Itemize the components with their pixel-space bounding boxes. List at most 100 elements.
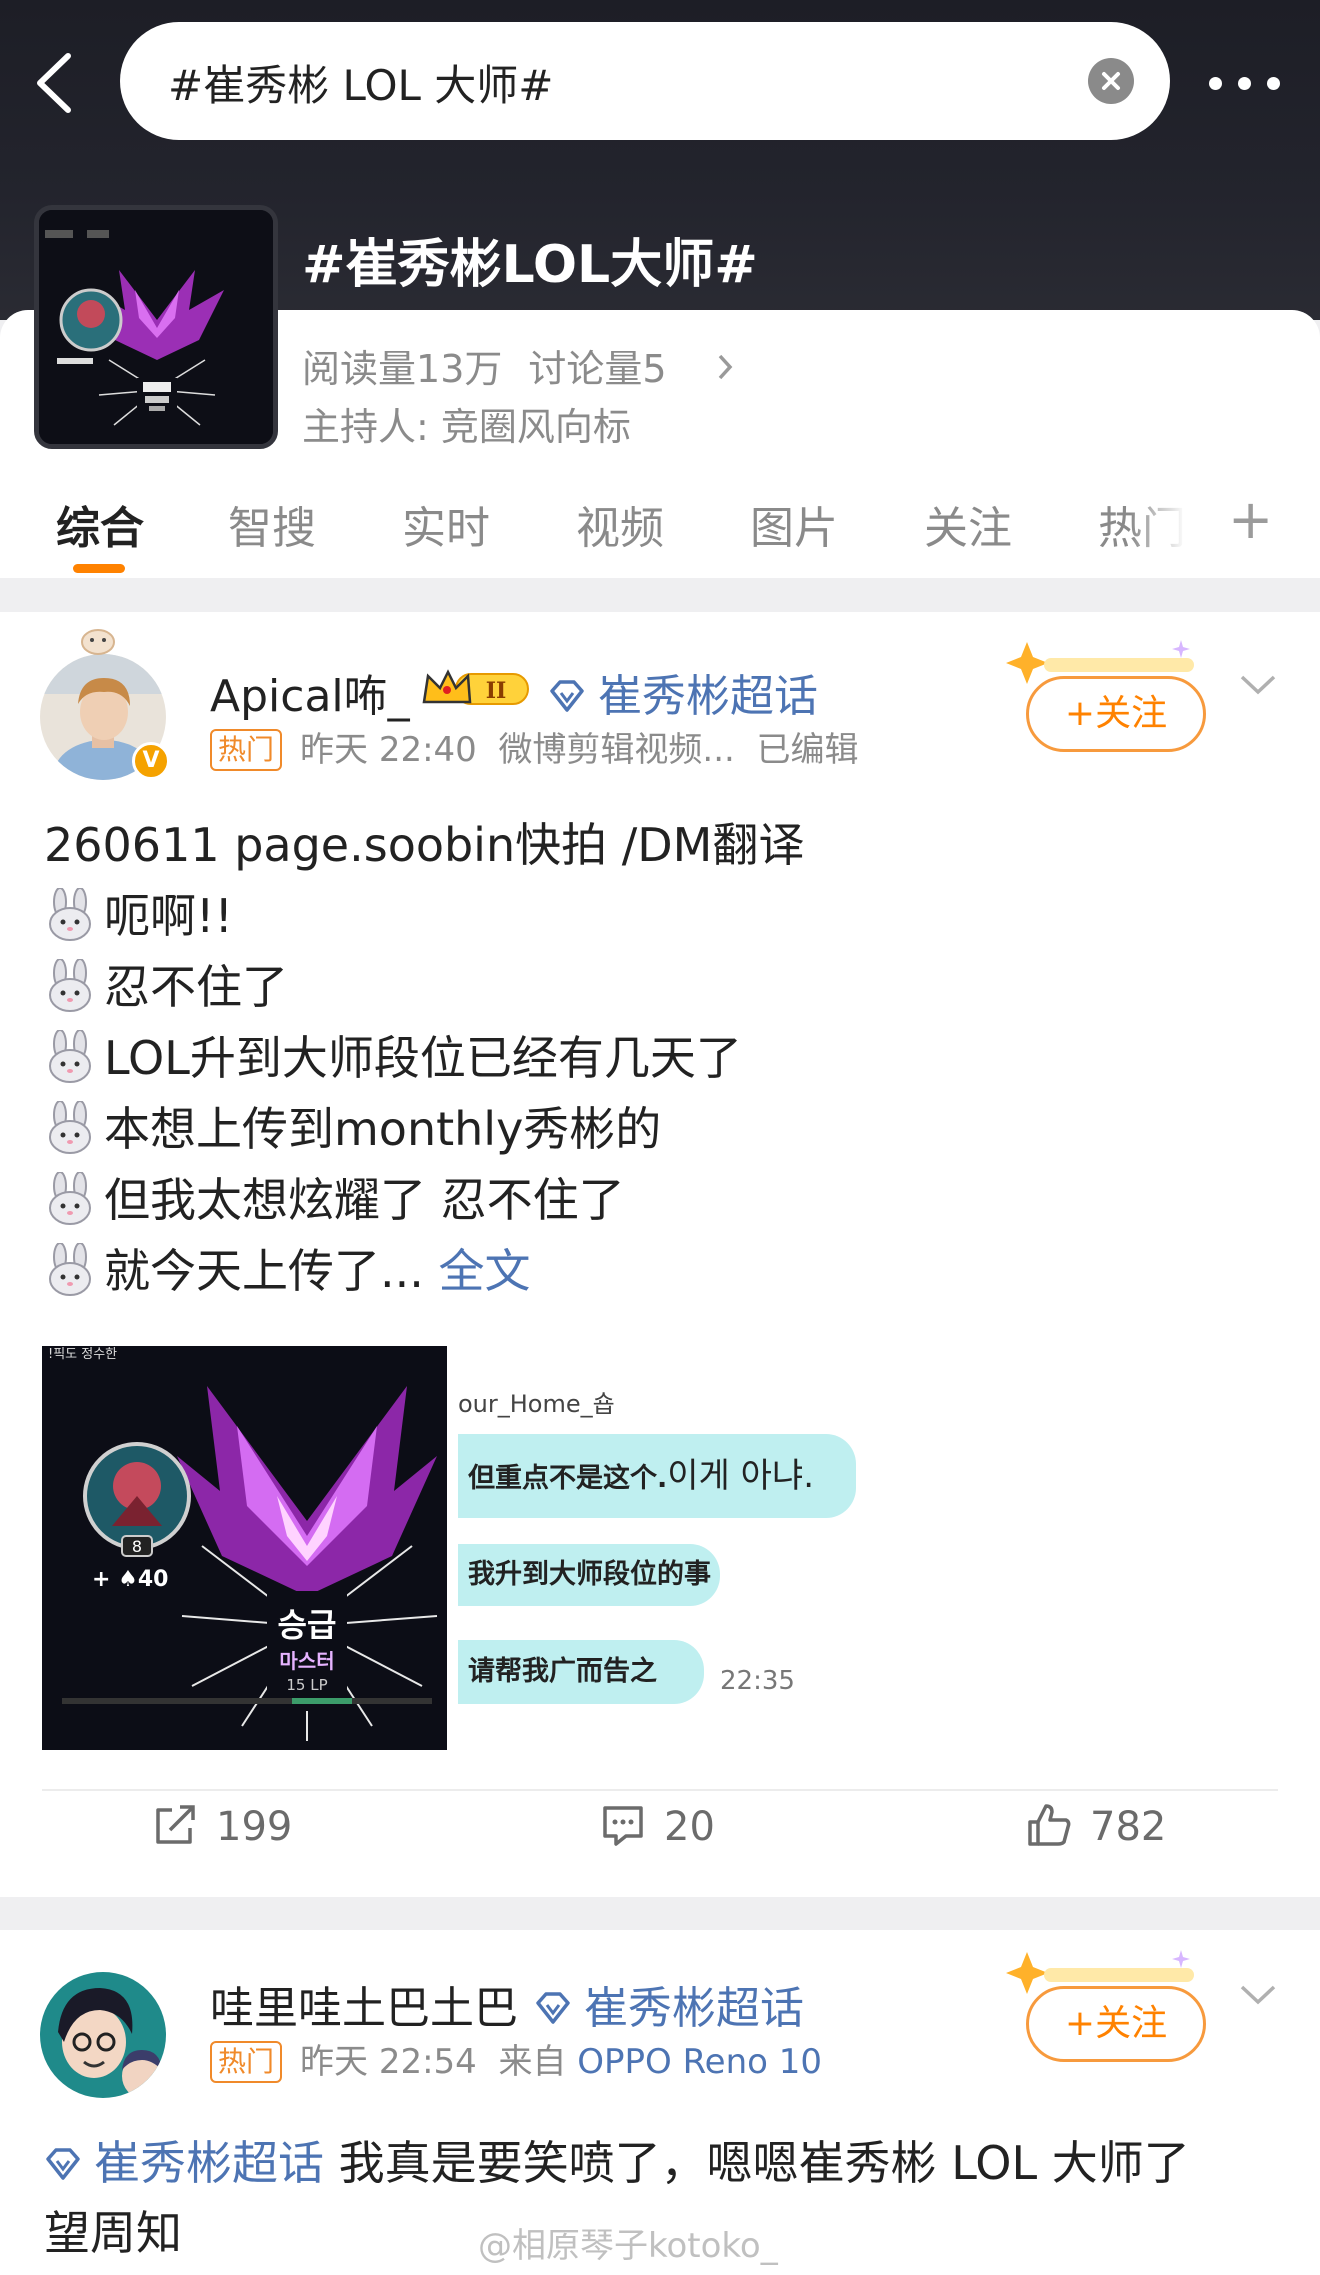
topic-title: #崔秀彬LOL大师#	[302, 235, 758, 295]
avatar[interactable]	[40, 1972, 166, 2098]
chat-bubble: 但重点不是这个.이게 아냐.	[458, 1434, 856, 1518]
topic-stats[interactable]: 阅读量13万 讨论量5	[302, 338, 735, 393]
host-label: 主持人:	[302, 405, 429, 449]
search-input[interactable]: #崔秀彬 LOL 大师#	[120, 22, 1170, 140]
post-text-line: 但我太想炫耀了 忍不住了	[44, 1165, 804, 1236]
discussions-label: 讨论量	[528, 347, 643, 391]
host-name[interactable]: 竞圈风向标	[441, 405, 631, 449]
share-icon	[156, 1805, 195, 1844]
reads-label: 阅读量	[302, 347, 417, 391]
chevron-right-icon	[715, 347, 735, 391]
tab-smart-search[interactable]: 智搜	[228, 492, 316, 556]
svg-text:II: II	[486, 678, 507, 704]
bunny-emoji-icon	[49, 1030, 91, 1083]
follow-button[interactable]: +关注	[1026, 1986, 1206, 2062]
bunny-emoji-icon	[49, 1172, 91, 1225]
add-tab-button[interactable]: +	[1228, 488, 1273, 551]
post-source: 微博剪辑视频...	[498, 730, 735, 770]
post-text-line: 本想上传到monthly秀彬的	[44, 1094, 804, 1165]
supertopic-link[interactable]: 崔秀彬超话	[548, 660, 818, 724]
hot-tag: 热门	[210, 2041, 283, 2083]
post-card[interactable]: V Apical咘_ II 崔秀彬超话 热门 昨天 22:40 微博剪辑视频...…	[0, 612, 1320, 1897]
post-text[interactable]: 260611 page.soobin快拍 /DM翻译 呃啊!! 忍不住了 LOL…	[44, 810, 804, 1307]
post-image-chat-screenshot[interactable]: our_Home_숍 但重点不是这个.이게 아냐. 我升到大师段位的事 请帮我广…	[458, 1346, 868, 1750]
search-query-text: #崔秀彬 LOL 大师#	[168, 61, 554, 110]
comment-button[interactable]: 20	[600, 1802, 715, 1872]
tab-video[interactable]: 视频	[576, 492, 664, 556]
follow-button[interactable]: +关注	[1026, 676, 1206, 752]
svg-text:+ ♠40: + ♠40	[92, 1567, 168, 1592]
like-button[interactable]: 782	[1026, 1802, 1166, 1872]
active-tab-indicator	[73, 564, 125, 573]
reads-count: 13万	[416, 347, 503, 391]
crown-level-badge-icon[interactable]: II	[420, 668, 532, 710]
bunny-emoji-icon	[49, 888, 91, 941]
post-meta: 热门 昨天 22:40 微博剪辑视频... 已编辑	[210, 722, 859, 771]
chat-contact-name: our_Home_숍	[458, 1390, 615, 1418]
chat-bubble: 请帮我广而告之	[458, 1640, 704, 1704]
avatar-decoration-icon	[81, 629, 115, 655]
more-dot-icon	[1238, 77, 1251, 90]
verified-badge-icon: V	[132, 742, 170, 780]
post-edited: 已编辑	[756, 730, 859, 770]
supertopic-link[interactable]: 崔秀彬超话	[534, 1972, 804, 2036]
close-icon	[1102, 72, 1120, 90]
svg-text:!픽도 정수한: !픽도 정수한	[48, 1347, 117, 1362]
watermark: @相原琴子kotoko_	[478, 2226, 778, 2266]
supertopic-name: 崔秀彬超话	[584, 1983, 804, 2034]
tab-realtime[interactable]: 实时	[402, 492, 490, 556]
like-count: 782	[1090, 1804, 1167, 1850]
bunny-emoji-icon	[49, 1101, 91, 1154]
post-text-line: 260611 page.soobin快拍 /DM翻译	[44, 818, 805, 872]
back-button[interactable]	[28, 48, 88, 118]
diamond-icon	[46, 2148, 80, 2180]
comment-count: 20	[664, 1804, 715, 1850]
svg-text:마스터: 마스터	[279, 1649, 334, 1673]
hot-tag: 热门	[210, 729, 283, 771]
bunny-emoji-icon	[49, 959, 91, 1012]
clear-search-button[interactable]	[1088, 58, 1134, 104]
topic-cover-image[interactable]	[34, 205, 278, 449]
master-emblem-thumbnail	[39, 210, 273, 444]
post-text-line: 就今天上传了... 全文	[44, 1236, 804, 1307]
post-source-device[interactable]: OPPO Reno 10	[577, 2042, 822, 2082]
chat-timestamp: 22:35	[720, 1666, 795, 1696]
thumbs-up-icon	[1028, 1804, 1071, 1846]
diamond-icon	[536, 1992, 570, 2024]
post-image-game-screenshot[interactable]: 8 + ♠40 승급 마스터 15 LP !픽도 정수한	[42, 1346, 447, 1750]
tab-following[interactable]: 关注	[924, 492, 1012, 556]
small-sparkle-icon	[1172, 640, 1190, 658]
svg-text:승급: 승급	[278, 1606, 337, 1644]
post-time: 昨天 22:54	[300, 2042, 477, 2082]
post-username[interactable]: 哇里哇土巴土巴	[210, 1972, 518, 2036]
diamond-icon	[550, 680, 584, 712]
post-username[interactable]: Apical咘_	[210, 660, 410, 724]
chevron-down-icon[interactable]	[1236, 670, 1280, 700]
back-arrow-icon	[37, 53, 71, 113]
more-dot-icon	[1267, 77, 1280, 90]
svg-text:15 LP: 15 LP	[286, 1676, 327, 1694]
tab-bar: 综合 智搜 实时 视频 图片 关注 热门	[0, 482, 1320, 578]
tab-images[interactable]: 图片	[750, 492, 838, 556]
chevron-down-icon[interactable]	[1236, 1980, 1280, 2010]
more-dot-icon	[1209, 77, 1222, 90]
post-meta: 热门 昨天 22:54 来自 OPPO Reno 10	[210, 2034, 822, 2083]
post-time: 昨天 22:40	[300, 730, 477, 770]
more-options-button[interactable]	[1205, 58, 1285, 108]
read-more-link[interactable]: 全文	[439, 1244, 531, 1298]
divider	[42, 1789, 1278, 1791]
post-text-line: 忍不住了	[44, 952, 804, 1023]
post-text-line: 崔秀彬超话 我真是要笑喷了，嗯嗯崔秀彬 LOL 大师了	[44, 2128, 1190, 2198]
supertopic-name: 崔秀彬超话	[598, 671, 818, 722]
tab-comprehensive[interactable]: 综合	[56, 492, 144, 556]
repost-count: 199	[216, 1804, 293, 1850]
chat-bubble: 我升到大师段位的事	[458, 1544, 720, 1606]
post-text-line: LOL升到大师段位已经有几天了	[44, 1023, 804, 1094]
repost-button[interactable]: 199	[152, 1802, 292, 1872]
discussions-count: 5	[642, 347, 667, 391]
svg-text:8: 8	[132, 1537, 142, 1556]
supertopic-inline-link[interactable]: 崔秀彬超话	[44, 2136, 324, 2190]
post-source-prefix: 来自	[498, 2042, 567, 2082]
small-sparkle-icon	[1172, 1950, 1190, 1968]
bunny-emoji-icon	[49, 1243, 91, 1296]
